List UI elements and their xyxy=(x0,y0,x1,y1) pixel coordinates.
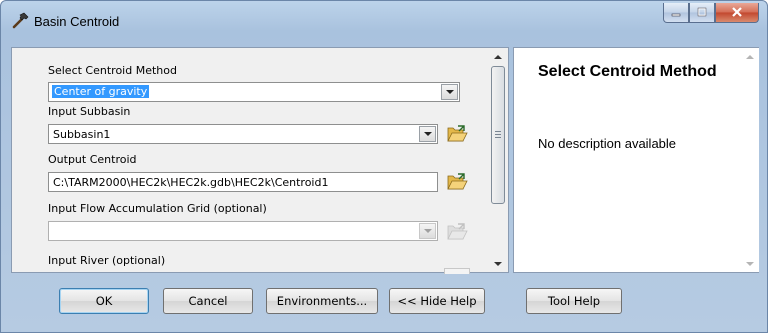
output-centroid-value: C:\TARM2000\HEC2k\HEC2k.gdb\HEC2k\Centro… xyxy=(53,176,329,189)
input-river-browse-partial xyxy=(444,268,470,274)
ok-button[interactable]: OK xyxy=(59,288,149,314)
dialog-window: Basin Centroid Select Centroid Method Ce… xyxy=(0,0,768,333)
input-subbasin-dropdown[interactable]: Subbasin1 xyxy=(48,124,438,144)
input-river-label: Input River (optional) xyxy=(48,254,166,267)
maximize-icon xyxy=(697,6,707,20)
cancel-button[interactable]: Cancel xyxy=(163,288,253,314)
open-folder-icon[interactable] xyxy=(444,170,470,194)
minimize-icon xyxy=(671,6,681,20)
open-folder-icon[interactable] xyxy=(444,220,470,244)
flow-accumulation-label: Input Flow Accumulation Grid (optional) xyxy=(48,202,267,215)
hide-help-button[interactable]: << Hide Help xyxy=(389,288,485,314)
output-centroid-input[interactable]: C:\TARM2000\HEC2k\HEC2k.gdb\HEC2k\Centro… xyxy=(48,172,438,192)
flow-accumulation-dropdown[interactable] xyxy=(48,221,438,241)
parameters-scrollbar[interactable] xyxy=(489,48,507,272)
chevron-down-icon[interactable] xyxy=(441,84,458,100)
scroll-down-icon[interactable] xyxy=(741,255,759,272)
hammer-icon xyxy=(11,10,31,30)
environments-button[interactable]: Environments... xyxy=(266,288,378,314)
open-folder-icon[interactable] xyxy=(444,122,470,146)
input-subbasin-label: Input Subbasin xyxy=(48,105,131,118)
input-subbasin-value: Subbasin1 xyxy=(53,128,111,141)
centroid-method-label: Select Centroid Method xyxy=(48,64,177,77)
maximize-button[interactable] xyxy=(689,3,715,23)
tool-help-button[interactable]: Tool Help xyxy=(526,288,622,314)
grip-icon xyxy=(495,131,501,138)
scroll-up-icon[interactable] xyxy=(489,48,507,65)
help-scrollbar[interactable] xyxy=(741,48,759,272)
scroll-down-icon[interactable] xyxy=(489,255,507,272)
centroid-method-value: Center of gravity xyxy=(52,85,150,98)
scrollbar-thumb[interactable] xyxy=(491,66,505,204)
window-title: Basin Centroid xyxy=(34,14,120,29)
parameters-pane: Select Centroid Method Center of gravity… xyxy=(11,47,509,274)
close-button[interactable] xyxy=(715,3,759,23)
chevron-down-icon[interactable] xyxy=(419,126,436,142)
centroid-method-dropdown[interactable]: Center of gravity xyxy=(48,82,460,102)
caption-buttons xyxy=(663,3,759,25)
output-centroid-label: Output Centroid xyxy=(48,153,137,166)
chevron-down-icon[interactable] xyxy=(419,223,436,239)
close-icon xyxy=(731,6,743,20)
minimize-button[interactable] xyxy=(663,3,689,23)
title-bar[interactable]: Basin Centroid xyxy=(1,1,767,41)
help-pane: Select Centroid Method No description av… xyxy=(513,47,759,273)
help-description: No description available xyxy=(538,136,677,151)
scroll-up-icon[interactable] xyxy=(741,48,759,65)
help-title: Select Centroid Method xyxy=(538,63,717,80)
